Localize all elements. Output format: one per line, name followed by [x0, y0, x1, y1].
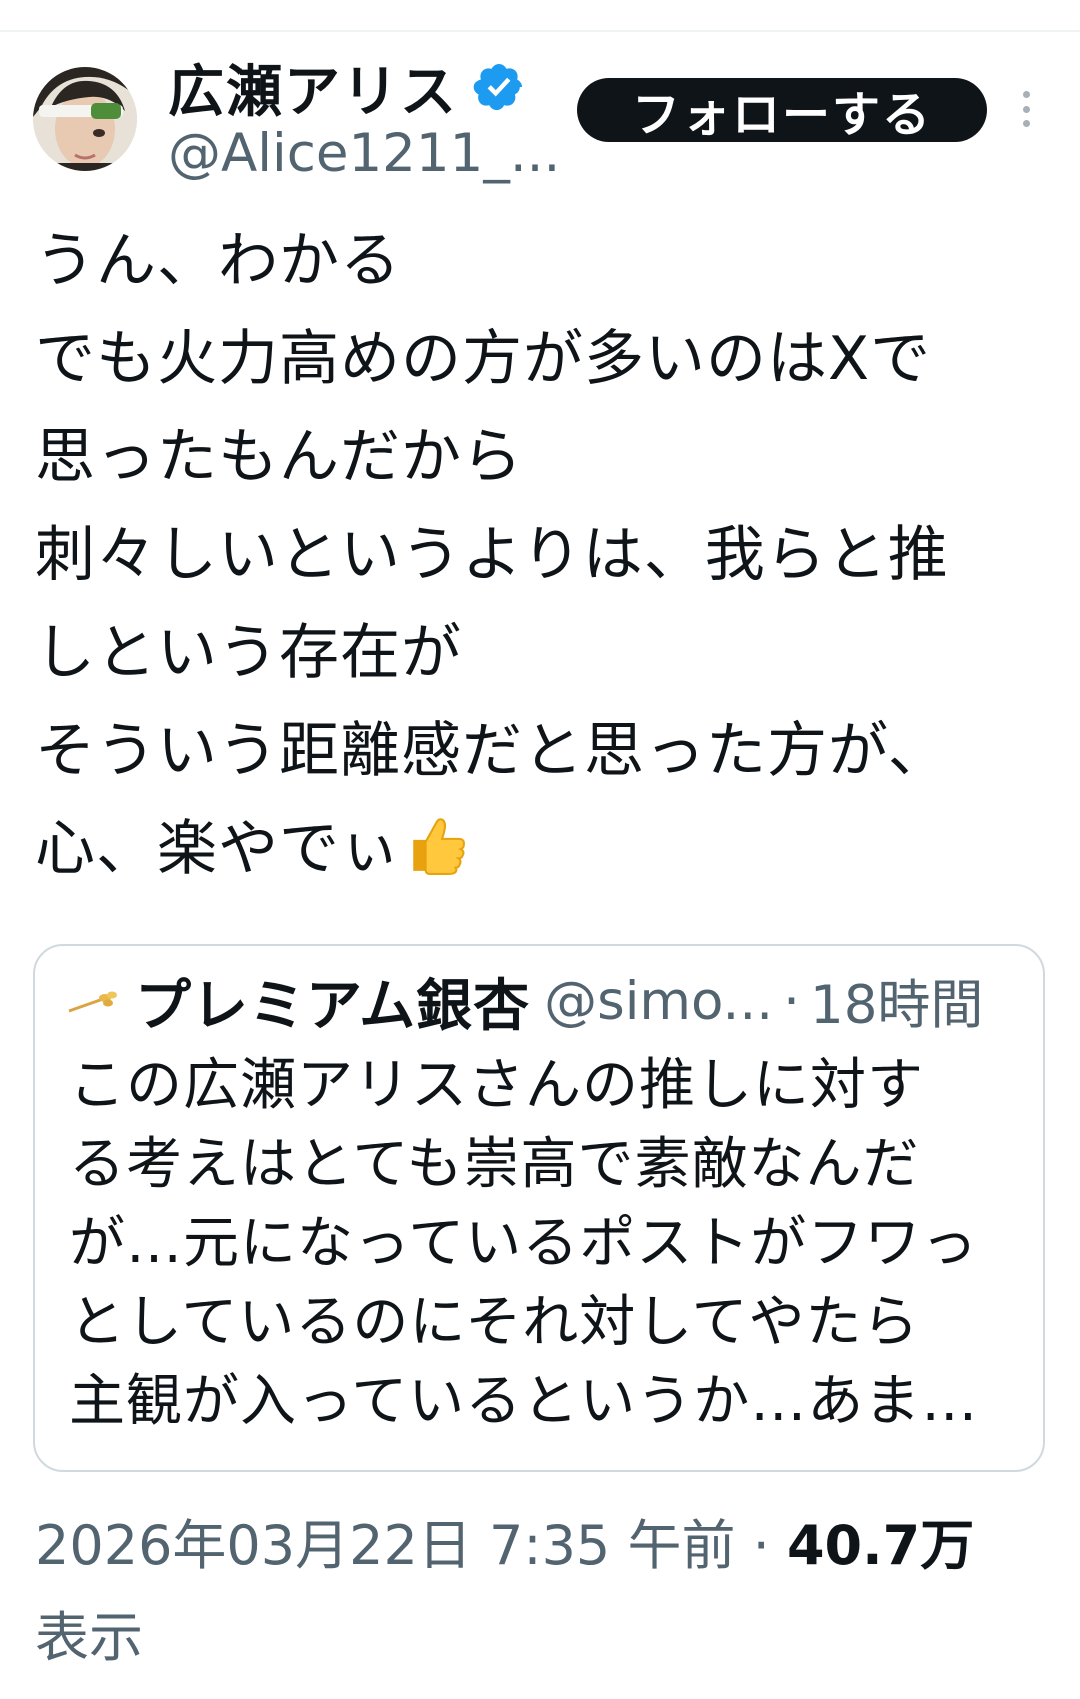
- tweet-meta: 2026年03月22日 7:35 午前 · 40.7万 表示: [35, 1500, 1055, 1684]
- quoted-line: この広瀬アリスさんの推しに対す: [69, 1053, 924, 1118]
- quoted-author-avatar[interactable]: [63, 981, 123, 1021]
- tweet-timestamp[interactable]: 2026年03月22日 7:35 午前: [35, 1514, 735, 1577]
- more-dot: [1022, 105, 1030, 113]
- separator-dot: ·: [783, 970, 800, 1032]
- quoted-tweet-card[interactable]: プレミアム銀杏 @simo... · 18時間 この広瀬アリスさんの推しに対す …: [33, 944, 1045, 1472]
- display-name-row: 広瀬アリス: [168, 47, 526, 127]
- verified-badge-icon: [472, 60, 526, 114]
- quoted-line: る考えはとても崇高で素敵なんだ: [69, 1132, 920, 1197]
- tweet-line: しという存在が: [35, 618, 462, 688]
- tweet-header: 広瀬アリス @Alice1211_... フォローする: [0, 55, 1080, 185]
- quoted-author-name[interactable]: プレミアム銀杏: [135, 961, 530, 1042]
- quoted-tweet-text: この広瀬アリスさんの推しに対す る考えはとても崇高で素敵なんだ が…元になってい…: [69, 1046, 1029, 1441]
- quoted-line: 主観が入っているというか…あま…: [69, 1369, 979, 1434]
- more-vertical-icon[interactable]: [1014, 85, 1038, 133]
- tweet-line-text: 心、楽やでぃ: [35, 814, 401, 884]
- tweet-line: そういう距離感だと思った方が、: [35, 716, 949, 786]
- thumbs-up-icon: [405, 808, 471, 875]
- more-dot: [1022, 120, 1030, 127]
- views-count[interactable]: 40.7万: [787, 1514, 974, 1577]
- separator-dot: ·: [752, 1514, 770, 1577]
- quoted-author-handle[interactable]: @simo...: [544, 971, 773, 1032]
- follow-button[interactable]: フォローする: [577, 78, 987, 143]
- more-dot: [1022, 91, 1030, 98]
- author-handle[interactable]: @Alice1211_...: [168, 123, 560, 184]
- author-avatar[interactable]: [33, 67, 137, 171]
- tweet-line: でも火力高めの方が多いのはXで: [35, 324, 932, 394]
- quoted-line: が…元になっているポストがフワっ: [69, 1211, 979, 1276]
- quoted-tweet-time[interactable]: 18時間: [810, 963, 983, 1039]
- quoted-line: としているのにそれ対してやたら: [69, 1290, 920, 1355]
- views-label: 表示: [35, 1606, 143, 1669]
- tweet-line: うん、わかる: [35, 226, 401, 296]
- top-divider: [0, 30, 1080, 32]
- tweet-text: うん、わかる でも火力高めの方が多いのはXで 思ったもんだから 刺々しいというよ…: [35, 212, 1055, 898]
- quoted-tweet-header: プレミアム銀杏 @simo... · 18時間: [63, 963, 983, 1039]
- meta-line-1: 2026年03月22日 7:35 午前 · 40.7万: [35, 1500, 1055, 1592]
- tweet-line: 思ったもんだから: [35, 422, 523, 492]
- author-display-name[interactable]: 広瀬アリス: [168, 47, 458, 128]
- tweet-last-line: 心、楽やでぃ: [35, 800, 1055, 898]
- tweet-line: 刺々しいというよりは、我らと推: [35, 520, 949, 590]
